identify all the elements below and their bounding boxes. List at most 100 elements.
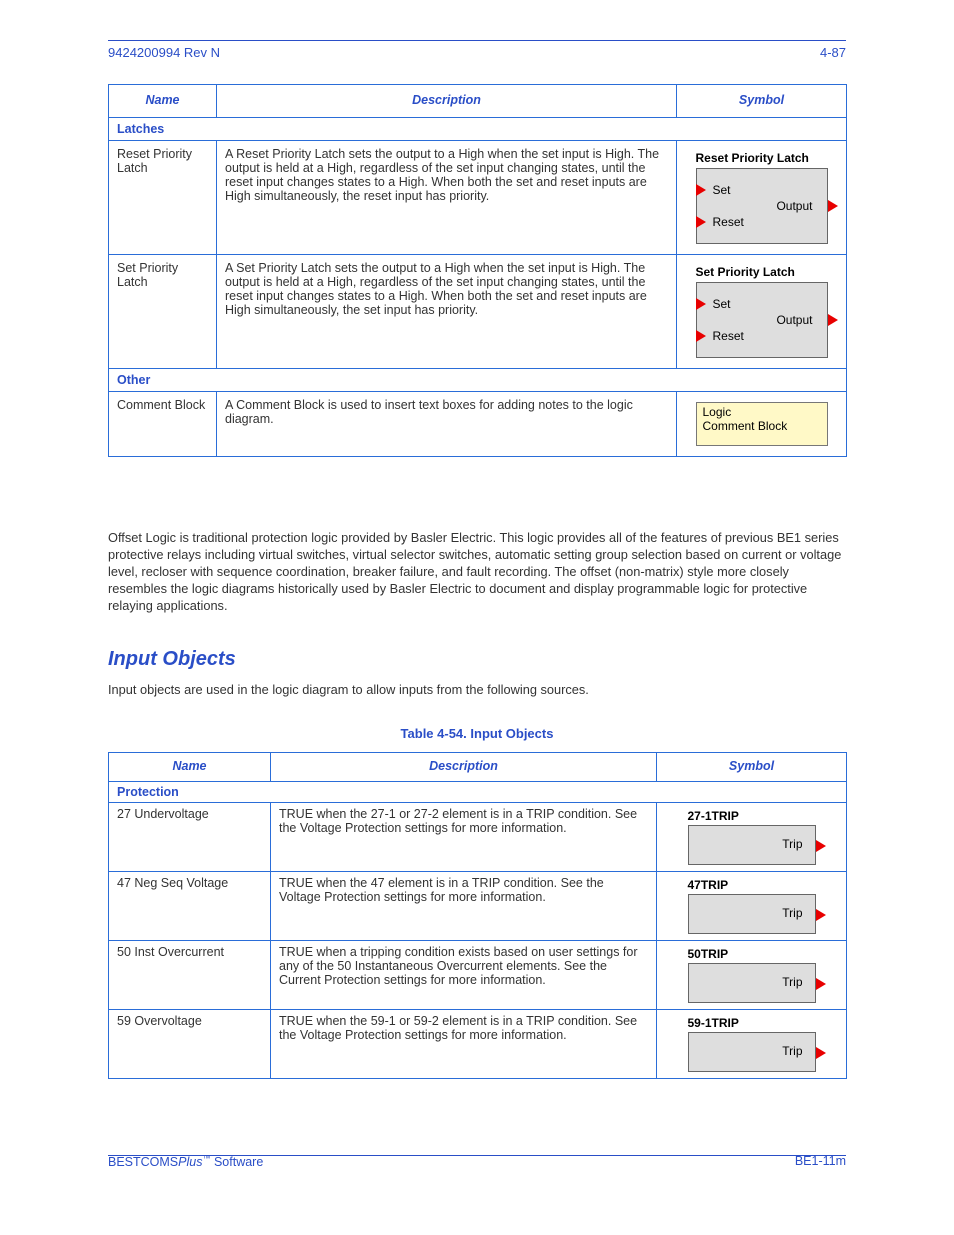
triangle-icon (696, 330, 706, 342)
triangle-icon (696, 298, 706, 310)
cell-symbol: 27-1TRIP Trip (657, 803, 847, 872)
trip-box: Trip (688, 963, 816, 1003)
header-rule (108, 40, 846, 41)
comment-block-symbol: Logic Comment Block (696, 402, 828, 446)
cell-desc: A Comment Block is used to insert text b… (217, 392, 677, 457)
group-label: Other (109, 369, 847, 392)
col-symbol: Symbol (657, 753, 847, 782)
table-54-caption: Table 4-54. Input Objects (108, 726, 846, 741)
symbol-title: Reset Priority Latch (696, 151, 828, 165)
group-label: Latches (109, 118, 847, 141)
cell-name: Comment Block (109, 392, 217, 457)
col-desc: Description (271, 753, 657, 782)
trip-symbol-27: 27-1TRIP Trip (688, 809, 816, 865)
inputs-paragraph: Input objects are used in the logic diag… (108, 682, 846, 699)
triangle-icon (816, 840, 826, 852)
triangle-icon (828, 200, 838, 212)
cell-name: 59 Overvoltage (109, 1010, 271, 1079)
output-label: Output (776, 199, 812, 213)
trip-box: Trip (688, 894, 816, 934)
input-set-label: Set (713, 183, 731, 197)
table-54: Name Description Symbol Protection 27 Un… (108, 752, 847, 1079)
header-doc-id: 9424200994 Rev N (108, 45, 220, 60)
table-row: 50 Inst Overcurrent TRUE when a tripping… (109, 941, 847, 1010)
cell-symbol: Reset Priority Latch Set Reset Output (677, 141, 847, 255)
cell-desc: TRUE when a tripping condition exists ba… (271, 941, 657, 1010)
cell-desc: TRUE when the 27-1 or 27-2 element is in… (271, 803, 657, 872)
table-row: Name Description Symbol (109, 753, 847, 782)
cell-name: 27 Undervoltage (109, 803, 271, 872)
trip-symbol-47: 47TRIP Trip (688, 878, 816, 934)
offset-logic-paragraph: Offset Logic is traditional protection l… (108, 530, 846, 614)
trip-box: Trip (688, 825, 816, 865)
table-row: 27 Undervoltage TRUE when the 27-1 or 27… (109, 803, 847, 872)
heading-input-objects: Input Objects (108, 648, 236, 671)
reset-priority-latch-symbol: Reset Priority Latch Set Reset Output (696, 151, 828, 244)
page-footer: BESTCOMSPlus™ Software BE1-11m (108, 1154, 846, 1169)
footer-left: BESTCOMSPlus™ Software (108, 1154, 263, 1169)
cell-symbol: Logic Comment Block (677, 392, 847, 457)
cell-name: Set Priority Latch (109, 255, 217, 369)
group-label: Protection (109, 782, 847, 803)
cell-name: 47 Neg Seq Voltage (109, 872, 271, 941)
latch-box: Set Reset Output (696, 168, 828, 244)
table-53: Name Description Symbol Latches Reset Pr… (108, 84, 847, 457)
table-row: Reset Priority Latch A Reset Priority La… (109, 141, 847, 255)
symbol-title: 27-1TRIP (688, 809, 816, 823)
trip-symbol-50: 50TRIP Trip (688, 947, 816, 1003)
triangle-icon (816, 978, 826, 990)
col-name: Name (109, 753, 271, 782)
cell-desc: A Reset Priority Latch sets the output t… (217, 141, 677, 255)
footer-left-prefix: BESTCOMS (108, 1155, 178, 1169)
page: 9424200994 Rev N 4-87 Name Description S… (0, 0, 954, 1235)
cell-symbol: 50TRIP Trip (657, 941, 847, 1010)
header-row: 9424200994 Rev N 4-87 (108, 45, 846, 60)
group-latches: Latches (109, 118, 847, 141)
col-symbol: Symbol (677, 85, 847, 118)
output-label: Output (776, 313, 812, 327)
table-row: Name Description Symbol (109, 85, 847, 118)
trip-box: Trip (688, 1032, 816, 1072)
trip-label: Trip (782, 1044, 802, 1058)
table-row: 47 Neg Seq Voltage TRUE when the 47 elem… (109, 872, 847, 941)
cell-desc: TRUE when the 59-1 or 59-2 element is in… (271, 1010, 657, 1079)
triangle-icon (828, 314, 838, 326)
input-set-label: Set (713, 297, 731, 311)
table-row: 59 Overvoltage TRUE when the 59-1 or 59-… (109, 1010, 847, 1079)
header-page-num: 4-87 (820, 45, 846, 60)
cell-name: 50 Inst Overcurrent (109, 941, 271, 1010)
footer-left-suffix: Software (210, 1155, 263, 1169)
col-name: Name (109, 85, 217, 118)
cell-desc: A Set Priority Latch sets the output to … (217, 255, 677, 369)
trip-label: Trip (782, 837, 802, 851)
footer-left-tm: Plus (178, 1155, 202, 1169)
symbol-title: 50TRIP (688, 947, 816, 961)
col-desc: Description (217, 85, 677, 118)
trip-symbol-59: 59-1TRIP Trip (688, 1016, 816, 1072)
cell-symbol: Set Priority Latch Set Reset Output (677, 255, 847, 369)
cell-symbol: 59-1TRIP Trip (657, 1010, 847, 1079)
input-reset-label: Reset (713, 215, 744, 229)
set-priority-latch-symbol: Set Priority Latch Set Reset Output (696, 265, 828, 358)
table-row: Comment Block A Comment Block is used to… (109, 392, 847, 457)
table-row: Set Priority Latch A Set Priority Latch … (109, 255, 847, 369)
page-header: 9424200994 Rev N 4-87 (108, 40, 846, 60)
comment-line1: Logic (703, 405, 732, 419)
symbol-title: Set Priority Latch (696, 265, 828, 279)
group-other: Other (109, 369, 847, 392)
triangle-icon (696, 184, 706, 196)
input-reset-label: Reset (713, 329, 744, 343)
symbol-title: 47TRIP (688, 878, 816, 892)
latch-box: Set Reset Output (696, 282, 828, 358)
symbol-title: 59-1TRIP (688, 1016, 816, 1030)
triangle-icon (816, 1047, 826, 1059)
comment-box: Logic Comment Block (696, 402, 828, 446)
cell-symbol: 47TRIP Trip (657, 872, 847, 941)
comment-line2: Comment Block (703, 419, 788, 433)
footer-right: BE1-11m (795, 1154, 846, 1169)
trip-label: Trip (782, 975, 802, 989)
triangle-icon (696, 216, 706, 228)
cell-name: Reset Priority Latch (109, 141, 217, 255)
group-protection: Protection (109, 782, 847, 803)
trip-label: Trip (782, 906, 802, 920)
